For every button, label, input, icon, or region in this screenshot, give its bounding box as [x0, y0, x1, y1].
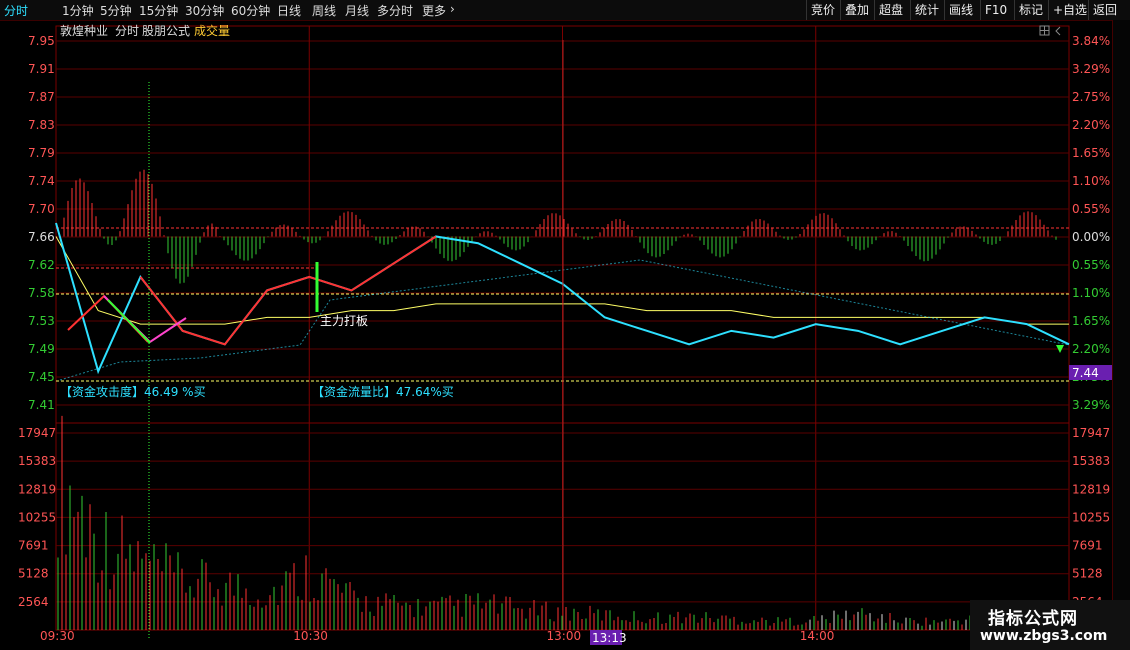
toolbar-overlay-button[interactable]: 叠加 — [840, 0, 873, 20]
volume-tick-label-right: 5128 — [1072, 567, 1103, 581]
tab-15min[interactable]: 15分钟 — [139, 2, 178, 19]
percent-tick-label: 1.65% — [1072, 146, 1110, 160]
tab-60min[interactable]: 60分钟 — [231, 2, 270, 19]
side-panel-strip — [1112, 20, 1130, 650]
trend-stroke — [67, 294, 149, 343]
volume-tick-label: 7691 — [18, 539, 49, 553]
percent-tick-label: 0.55% — [1072, 258, 1110, 272]
indicator-label[interactable]: 成交量 — [194, 23, 230, 38]
chevron-left-icon[interactable] — [1055, 26, 1061, 36]
price-tick-label: 7.95 — [28, 34, 55, 48]
percent-tick-label: 2.20% — [1072, 118, 1110, 132]
percent-tick-label: 0.00% — [1072, 230, 1110, 244]
price-up-segments — [139, 235, 437, 346]
time-tick-label: 10:30 — [293, 629, 328, 643]
volume-tick-label: 10255 — [18, 510, 56, 524]
toolbar-back-button[interactable]: 返回 — [1088, 0, 1121, 20]
percent-tick-label: 1.10% — [1072, 174, 1110, 188]
grid-icon[interactable] — [1039, 25, 1050, 36]
tab-daily[interactable]: 日线 — [277, 2, 301, 19]
volume-tick-label-right: 7691 — [1072, 539, 1103, 553]
tab-fenshi[interactable]: 分时 — [4, 2, 28, 19]
toolbar-auction-button[interactable]: 竞价 — [806, 0, 839, 20]
percent-axis: 3.84% 3.29% 2.75% 2.20% 1.65% 1.10% 0.55% 0.00%… — [1072, 34, 1110, 412]
price-tick-label: 7.87 — [28, 90, 55, 104]
percent-tick-label: 3.84% — [1072, 34, 1110, 48]
price-tick-label: 7.45 — [28, 370, 55, 384]
time-tick-label: 13:00 — [547, 629, 582, 643]
time-tick-label: 09:30 — [40, 629, 75, 643]
lower-band-line — [59, 259, 1070, 381]
volume-tick-label-right: 15383 — [1072, 454, 1110, 468]
toolbar-stats-button[interactable]: 统计 — [910, 0, 943, 20]
price-tick-label: 7.53 — [28, 314, 55, 328]
tab-weekly[interactable]: 周线 — [312, 2, 336, 19]
tab-more[interactable]: 更多 — [422, 2, 446, 19]
tab-multi-fenshi[interactable]: 多分时 — [377, 2, 413, 19]
price-tick-label: 7.58 — [28, 286, 55, 300]
volume-tick-label-right: 10255 — [1072, 510, 1110, 524]
time-axis: 09:30 10:30 13:00 14:00 — [40, 629, 834, 643]
price-tick-label: 7.79 — [28, 146, 55, 160]
flow-annotation: 【资金流量比】47.64%买 — [312, 384, 454, 399]
attack-annotation: 【资金攻击度】46.49 %买 — [60, 384, 206, 399]
price-tick-label: 7.70 — [28, 202, 55, 216]
tab-monthly[interactable]: 月线 — [345, 2, 369, 19]
toolbar-mark-button[interactable]: 标记 — [1014, 0, 1047, 20]
percent-tick-label: 1.10% — [1072, 286, 1110, 300]
intraday-chart[interactable]: 敦煌种业 分时 股朋公式 成交量 7.95 7.91 7.87 7.83 7.79 7.7… — [0, 20, 1130, 650]
percent-tick-label: 2.20% — [1072, 342, 1110, 356]
price-tick-label: 7.41 — [28, 398, 55, 412]
price-tick-label: 7.74 — [28, 174, 55, 188]
period-toolbar: 分时 1分钟 5分钟 15分钟 30分钟 60分钟 日线 周线 月线 多分时 更… — [0, 0, 1130, 21]
volume-tick-label: 17947 — [18, 426, 56, 440]
time-tick-label: 14:00 — [800, 629, 835, 643]
price-tick-label: 7.83 — [28, 118, 55, 132]
formula-label[interactable]: 股朋公式 — [142, 24, 190, 38]
percent-tick-label: 3.29% — [1072, 398, 1110, 412]
stock-name: 敦煌种业 — [60, 23, 108, 38]
volume-tick-label: 2564 — [18, 595, 49, 609]
price-axis: 7.95 7.91 7.87 7.83 7.79 7.74 7.70 7.66 7.62 7.58… — [28, 34, 55, 412]
watermark-logo: 指标公式网 www.zbgs3.com — [970, 600, 1130, 650]
toolbar-draw-button[interactable]: 画线 — [944, 0, 977, 20]
capital-flow-bars — [63, 169, 1057, 284]
tab-5min[interactable]: 5分钟 — [100, 2, 132, 19]
volume-tick-label: 15383 — [18, 454, 56, 468]
price-tick-label: 7.62 — [28, 258, 55, 272]
volume-tick-label-right: 12819 — [1072, 482, 1110, 496]
chevron-right-icon[interactable]: › — [450, 2, 455, 16]
tab-30min[interactable]: 30分钟 — [185, 2, 224, 19]
toolbar-f10-button[interactable]: F10 — [980, 0, 1011, 20]
percent-tick-label: 1.65% — [1072, 314, 1110, 328]
percent-tick-label: 2.75% — [1072, 90, 1110, 104]
price-tick-label: 7.49 — [28, 342, 55, 356]
volume-tick-label-right: 17947 — [1072, 426, 1110, 440]
percent-tick-label: 0.55% — [1072, 202, 1110, 216]
tab-1min[interactable]: 1分钟 — [62, 2, 94, 19]
cursor-time-value: 13:13 — [592, 631, 627, 645]
percent-tick-label: 3.29% — [1072, 62, 1110, 76]
toolbar-superdisk-button[interactable]: 超盘 — [874, 0, 907, 20]
current-price-value: 7.44 — [1072, 366, 1099, 380]
main-force-annotation: 主力打板 — [320, 314, 368, 328]
price-tick-label: 7.66 — [28, 230, 55, 244]
toolbar-add-watchlist-button[interactable]: +自选 — [1048, 0, 1091, 20]
volume-tick-label: 12819 — [18, 482, 56, 496]
price-tick-label: 7.91 — [28, 62, 55, 76]
period-label: 分时 — [115, 24, 139, 38]
volume-tick-label: 5128 — [18, 567, 49, 581]
